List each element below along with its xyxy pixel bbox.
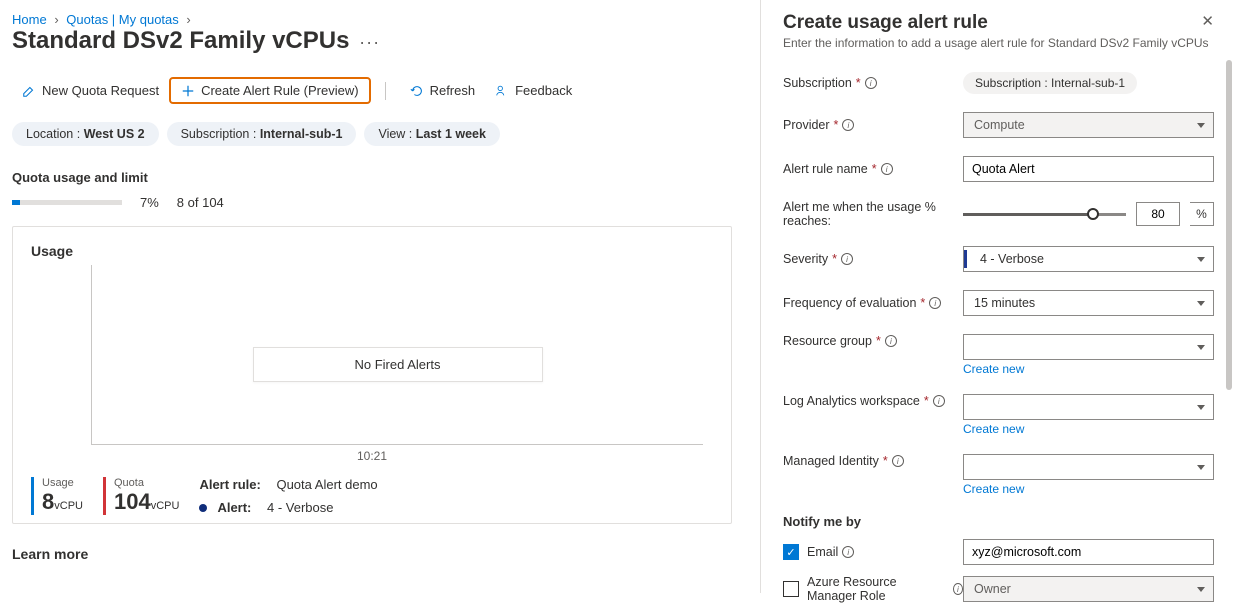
email-input[interactable]	[963, 539, 1214, 565]
create-alert-label: Create Alert Rule (Preview)	[201, 83, 359, 98]
info-icon[interactable]: i	[842, 546, 854, 558]
chart-x-label: 10:21	[31, 449, 713, 463]
frequency-label: Frequency of evaluation * i	[783, 296, 963, 310]
create-alert-rule-button[interactable]: Create Alert Rule (Preview)	[169, 77, 371, 104]
info-icon[interactable]: i	[842, 119, 854, 131]
chevron-right-icon: ›	[186, 12, 190, 27]
alert-rule-info: Alert rule: Quota Alert demo Alert: 4 - …	[199, 477, 377, 515]
arm-role-select[interactable]: Owner	[963, 576, 1214, 602]
progress-row: 7% 8 of 104	[12, 195, 750, 210]
stat-quota-label: Quota	[114, 477, 179, 489]
toolbar-divider	[385, 82, 386, 100]
rule-value: Quota Alert demo	[276, 477, 377, 492]
refresh-label: Refresh	[430, 83, 476, 98]
subscription-value: Subscription : Internal-sub-1	[963, 72, 1137, 94]
arm-role-checkbox[interactable]	[783, 581, 799, 597]
filter-location[interactable]: Location : West US 2	[12, 122, 159, 146]
managed-identity-label: Managed Identity * i	[783, 454, 963, 468]
info-icon[interactable]: i	[953, 583, 963, 595]
alert-rule-name-input[interactable]	[963, 156, 1214, 182]
log-analytics-label: Log Analytics workspace * i	[783, 394, 963, 408]
new-quota-label: New Quota Request	[42, 83, 159, 98]
stat-quota: Quota 104vCPU	[103, 477, 179, 515]
filter-pills: Location : West US 2 Subscription : Inte…	[12, 122, 750, 146]
severity-select[interactable]: 4 - Verbose	[963, 246, 1214, 272]
severity-label: Severity * i	[783, 252, 963, 266]
chevron-right-icon: ›	[54, 12, 58, 27]
toolbar: New Quota Request Create Alert Rule (Pre…	[12, 77, 750, 104]
email-checkbox[interactable]: ✓	[783, 544, 799, 560]
info-icon[interactable]: i	[841, 253, 853, 265]
info-icon[interactable]: i	[933, 395, 945, 407]
provider-label: Provider * i	[783, 118, 963, 132]
filter-view[interactable]: View : Last 1 week	[364, 122, 499, 146]
stat-usage-label: Usage	[42, 477, 83, 489]
stat-quota-value: 104	[114, 489, 151, 514]
new-quota-request-button[interactable]: New Quota Request	[12, 78, 169, 103]
rule-label: Alert rule:	[199, 477, 260, 492]
progress-percent: 7%	[140, 195, 159, 210]
notify-heading: Notify me by	[783, 514, 1214, 529]
page-title-row: Standard DSv2 Family vCPUs ···	[12, 27, 750, 55]
stat-usage-unit: vCPU	[54, 500, 83, 512]
progress-bar	[12, 200, 122, 205]
page-title: Standard DSv2 Family vCPUs	[12, 27, 349, 54]
create-new-rg-link[interactable]: Create new	[963, 362, 1024, 376]
feedback-button[interactable]: Feedback	[485, 78, 582, 103]
usage-card: Usage No Fired Alerts 10:21 Usage 8vCPU …	[12, 226, 732, 524]
progress-ratio: 8 of 104	[177, 195, 224, 210]
panel-subtitle: Enter the information to add a usage ale…	[783, 36, 1214, 50]
create-new-law-link[interactable]: Create new	[963, 422, 1024, 436]
resource-group-label: Resource group * i	[783, 334, 963, 348]
managed-identity-select[interactable]	[963, 454, 1214, 480]
breadcrumb-quotas[interactable]: Quotas | My quotas	[66, 12, 179, 27]
feedback-icon	[495, 84, 509, 98]
alert-value: 4 - Verbose	[267, 500, 334, 515]
create-new-mi-link[interactable]: Create new	[963, 482, 1024, 496]
email-label: Email i	[807, 545, 963, 559]
pencil-icon	[22, 84, 36, 98]
info-icon[interactable]: i	[865, 77, 877, 89]
stat-usage: Usage 8vCPU	[31, 477, 83, 515]
alert-label: Alert:	[217, 500, 251, 515]
info-icon[interactable]: i	[929, 297, 941, 309]
filter-subscription[interactable]: Subscription : Internal-sub-1	[167, 122, 357, 146]
no-fired-alerts-banner: No Fired Alerts	[253, 347, 543, 382]
refresh-button[interactable]: Refresh	[400, 78, 486, 103]
info-icon[interactable]: i	[881, 163, 893, 175]
scrollbar-thumb[interactable]	[1226, 60, 1232, 390]
dot-icon	[199, 504, 207, 512]
learn-more-heading: Learn more	[12, 546, 750, 562]
percent-symbol: %	[1190, 202, 1214, 226]
arm-role-label: Azure Resource Manager Role i	[807, 575, 963, 603]
slider-thumb[interactable]	[1087, 208, 1099, 220]
subscription-label: Subscription * i	[783, 76, 963, 90]
breadcrumb-home[interactable]: Home	[12, 12, 47, 27]
alert-rule-name-label: Alert rule name * i	[783, 162, 963, 176]
usage-card-title: Usage	[31, 243, 713, 259]
refresh-icon	[410, 84, 424, 98]
close-icon[interactable]: ✕	[1201, 12, 1214, 30]
resource-group-select[interactable]	[963, 334, 1214, 360]
info-icon[interactable]: i	[885, 335, 897, 347]
progress-fill	[12, 200, 20, 205]
quota-usage-heading: Quota usage and limit	[12, 170, 750, 185]
feedback-label: Feedback	[515, 83, 572, 98]
threshold-value-input[interactable]	[1136, 202, 1180, 226]
create-alert-rule-panel: ✕ Create usage alert rule Enter the info…	[760, 0, 1236, 593]
log-analytics-select[interactable]	[963, 394, 1214, 420]
info-icon[interactable]: i	[892, 455, 904, 467]
plus-icon	[181, 84, 195, 98]
threshold-label: Alert me when the usage % reaches:	[783, 200, 963, 228]
panel-title: Create usage alert rule	[783, 12, 1214, 34]
stat-quota-unit: vCPU	[151, 500, 180, 512]
frequency-select[interactable]: 15 minutes	[963, 290, 1214, 316]
more-icon[interactable]: ···	[359, 32, 380, 52]
breadcrumb: Home › Quotas | My quotas ›	[12, 12, 750, 27]
usage-chart: No Fired Alerts	[91, 265, 703, 445]
stat-usage-value: 8	[42, 489, 54, 514]
provider-select[interactable]: Compute	[963, 112, 1214, 138]
threshold-slider[interactable]	[963, 206, 1126, 222]
